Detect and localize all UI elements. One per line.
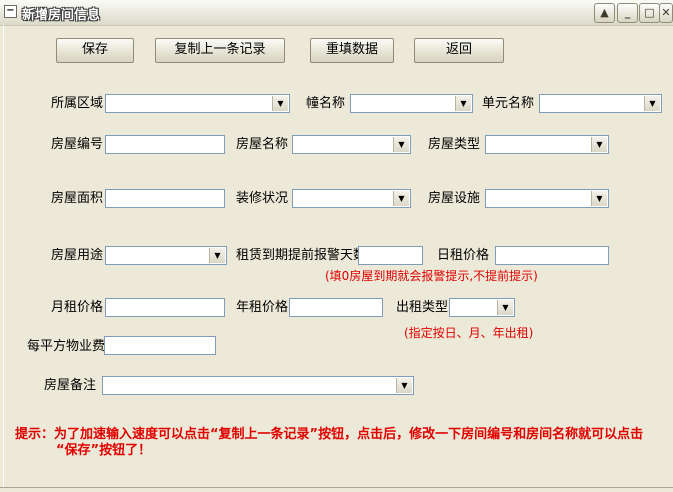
decoration-select[interactable]: ▼ <box>292 189 411 208</box>
chevron-down-icon[interactable]: ▼ <box>497 300 513 315</box>
property-fee-label: 每平方物业费 <box>27 339 106 354</box>
back-button[interactable]: 返回 <box>414 38 504 63</box>
area-select[interactable]: ▼ <box>105 94 290 113</box>
warn-days-hint: (填0房屋到期就会报警提示,不提前提示) <box>325 269 538 283</box>
unit-label: 单元名称 <box>482 96 535 111</box>
close-icon[interactable]: ✕ <box>659 3 673 23</box>
monthly-rent-label: 月租价格 <box>51 300 104 315</box>
area-label: 所属区域 <box>51 96 104 111</box>
chevron-down-icon[interactable]: ▼ <box>272 96 288 111</box>
building-select[interactable]: ▼ <box>350 94 473 113</box>
chevron-down-icon[interactable]: ▼ <box>644 96 660 111</box>
daily-rent-label: 日租价格 <box>437 248 490 263</box>
copy-last-record-button[interactable]: 复制上一条记录 <box>155 38 285 63</box>
room-area-label: 房屋面积 <box>51 191 104 206</box>
title-bar[interactable]: − 新增房间信息 ▲ _ □ ✕ <box>0 0 673 26</box>
facilities-label: 房屋设施 <box>428 191 481 206</box>
remark-select[interactable]: ▼ <box>102 376 414 395</box>
room-type-label: 房屋类型 <box>428 137 481 152</box>
unit-select[interactable]: ▼ <box>539 94 662 113</box>
chevron-down-icon[interactable]: ▼ <box>591 191 607 206</box>
warn-days-input[interactable] <box>358 246 423 265</box>
room-no-input[interactable] <box>105 135 225 154</box>
save-button[interactable]: 保存 <box>56 38 134 63</box>
chevron-down-icon[interactable]: ▼ <box>209 248 225 263</box>
remark-label: 房屋备注 <box>44 378 97 393</box>
window: − 新增房间信息 ▲ _ □ ✕ 保存 复制上一条记录 重填数据 返回 所属区域… <box>0 0 673 492</box>
decoration-label: 装修状况 <box>236 191 289 206</box>
rent-type-label: 出租类型 <box>396 300 449 315</box>
maximize-icon[interactable]: □ <box>639 3 660 23</box>
building-label: 幢名称 <box>306 96 346 111</box>
tip-line-1: 提示：为了加速输入速度可以点击“复制上一条记录”按钮，点击后，修改一下房间编号和… <box>15 427 644 442</box>
facilities-select[interactable]: ▼ <box>485 189 609 208</box>
minimize-icon[interactable]: _ <box>617 3 638 23</box>
bottom-border <box>0 487 673 488</box>
yearly-rent-input[interactable] <box>289 298 383 317</box>
usage-select[interactable]: ▼ <box>105 246 227 265</box>
daily-rent-input[interactable] <box>495 246 609 265</box>
usage-label: 房屋用途 <box>51 248 104 263</box>
monthly-rent-input[interactable] <box>105 298 225 317</box>
room-name-select[interactable]: ▼ <box>292 135 411 154</box>
tip-line-2: “保存”按钮了！ <box>56 443 152 458</box>
minus-box-icon[interactable]: − <box>4 5 17 18</box>
rent-type-select[interactable]: ▼ <box>449 298 515 317</box>
room-area-input[interactable] <box>105 189 225 208</box>
chevron-down-icon[interactable]: ▼ <box>455 96 471 111</box>
room-name-label: 房屋名称 <box>236 137 289 152</box>
room-type-select[interactable]: ▼ <box>485 135 609 154</box>
chevron-down-icon[interactable]: ▼ <box>396 378 412 393</box>
warn-days-label: 租赁到期提前报警天数 <box>236 248 367 263</box>
yearly-rent-label: 年租价格 <box>236 300 289 315</box>
chevron-down-icon[interactable]: ▼ <box>591 137 607 152</box>
rent-type-hint: (指定按日、月、年出租) <box>404 326 534 340</box>
chevron-down-icon[interactable]: ▼ <box>393 191 409 206</box>
room-no-label: 房屋编号 <box>51 137 104 152</box>
refill-button[interactable]: 重填数据 <box>310 38 394 63</box>
window-title: 新增房间信息 <box>22 8 101 23</box>
chevron-down-icon[interactable]: ▼ <box>393 137 409 152</box>
restore-up-icon[interactable]: ▲ <box>594 3 615 23</box>
property-fee-input[interactable] <box>104 336 216 355</box>
